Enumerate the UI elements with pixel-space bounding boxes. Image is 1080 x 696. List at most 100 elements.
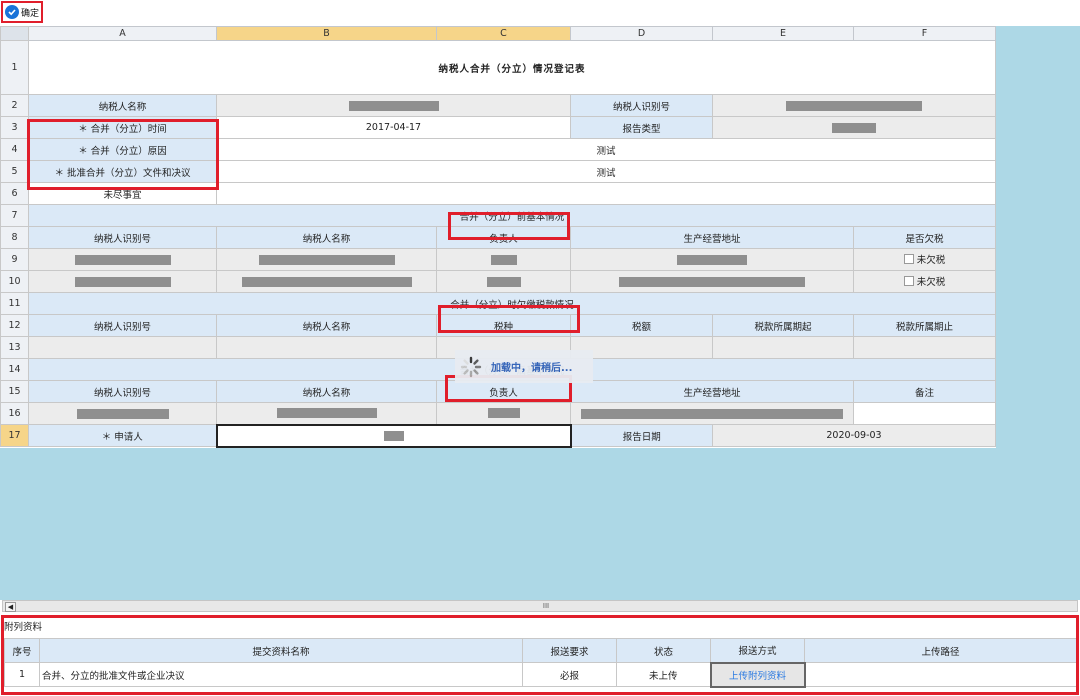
- row-header[interactable]: 11: [0, 292, 29, 315]
- column-label: 纳税人名称: [216, 226, 437, 249]
- attachments-panel: 附列资料 序号 提交资料名称 报送要求 状态 报送方式 上传路径 1 合并、分立…: [0, 614, 1080, 696]
- table-cell: [436, 248, 571, 271]
- taxpayer-name-value: [216, 94, 571, 117]
- taxpayer-id-label: 纳税人识别号: [570, 94, 713, 117]
- report-date-value: 2020-09-03: [712, 424, 996, 447]
- pending-matters-label: 未尽事宜: [28, 182, 217, 205]
- loading-spinner-icon: [460, 356, 482, 377]
- pending-matters-input[interactable]: [216, 182, 996, 205]
- loading-text: 加载中，请稍后...: [491, 363, 573, 374]
- check-circle-icon: [5, 5, 19, 19]
- table-cell: [216, 402, 437, 425]
- row-header[interactable]: 2: [0, 94, 29, 117]
- applicant-input[interactable]: [215, 423, 572, 448]
- table-cell: [570, 270, 854, 293]
- spreadsheet-area: A B C D E F 1 纳税人合并（分立）情况登记表 2 纳税人名称 纳税人…: [0, 26, 1080, 600]
- column-label: 纳税人识别号: [28, 314, 217, 337]
- table-row: 1 合并、分立的批准文件或企业决议 必报 未上传 上传附列资料: [4, 661, 1077, 688]
- column-label: 是否欠税: [853, 226, 996, 249]
- column-label: 税种: [436, 314, 571, 337]
- row-header[interactable]: 1: [0, 40, 29, 95]
- row-header[interactable]: 3: [0, 116, 29, 139]
- column-header-b[interactable]: B: [216, 26, 437, 41]
- row-header[interactable]: 6: [0, 182, 29, 205]
- attachment-name: 合并、分立的批准文件或企业决议: [39, 662, 523, 687]
- column-header-a[interactable]: A: [28, 26, 217, 41]
- row-header[interactable]: 14: [0, 358, 29, 381]
- column-header-e[interactable]: E: [712, 26, 854, 41]
- tax-arrears-checkbox[interactable]: [903, 254, 914, 264]
- merge-reason-label: ＊ 合并（分立）原因: [28, 138, 217, 161]
- merge-time-input[interactable]: 2017-04-17: [216, 116, 571, 139]
- row-header[interactable]: 4: [0, 138, 29, 161]
- tax-status-label: 未欠税: [916, 255, 946, 266]
- form-grid: A B C D E F 1 纳税人合并（分立）情况登记表 2 纳税人名称 纳税人…: [0, 26, 996, 448]
- column-header: 报送方式: [710, 638, 805, 663]
- row-header[interactable]: 8: [0, 226, 29, 249]
- form-title: 纳税人合并（分立）情况登记表: [28, 40, 996, 95]
- table-cell: [712, 336, 854, 359]
- attachments-table: 序号 提交资料名称 报送要求 状态 报送方式 上传路径 1 合并、分立的批准文件…: [4, 638, 1077, 688]
- confirm-button[interactable]: 确定: [1, 1, 43, 23]
- attachment-path: [804, 662, 1077, 687]
- confirm-label: 确定: [21, 8, 40, 19]
- table-cell: [216, 248, 437, 271]
- table-cell: [28, 402, 217, 425]
- remark-input[interactable]: [853, 402, 996, 425]
- column-label: 负责人: [436, 226, 571, 249]
- column-label: 生产经营地址: [570, 226, 854, 249]
- table-cell: [436, 402, 571, 425]
- tax-arrears-checkbox[interactable]: [903, 276, 914, 286]
- merge-reason-input[interactable]: 测试: [216, 138, 996, 161]
- column-label: 备注: [853, 380, 996, 403]
- table-cell: [853, 336, 996, 359]
- row-header[interactable]: 7: [0, 204, 29, 227]
- column-header: 报送要求: [522, 638, 617, 663]
- attachment-status: 未上传: [616, 662, 711, 687]
- tax-status-cell[interactable]: 未欠税: [853, 270, 996, 293]
- column-label: 纳税人识别号: [28, 380, 217, 403]
- row-header[interactable]: 5: [0, 160, 29, 183]
- column-label: 税额: [570, 314, 713, 337]
- row-header[interactable]: 12: [0, 314, 29, 337]
- tax-status-cell[interactable]: 未欠税: [853, 248, 996, 271]
- column-header-d[interactable]: D: [570, 26, 713, 41]
- taxpayer-name-label: 纳税人名称: [28, 94, 217, 117]
- select-all-corner[interactable]: [0, 26, 29, 41]
- report-date-label: 报告日期: [570, 424, 713, 447]
- row-header[interactable]: 16: [0, 402, 29, 425]
- table-cell: [436, 270, 571, 293]
- applicant-label: ＊ 申请人: [28, 424, 217, 447]
- approval-doc-label: ＊ 批准合并（分立）文件和决议: [28, 160, 217, 183]
- section-before-merge: 合并（分立）前基本情况: [28, 204, 996, 227]
- row-header[interactable]: 15: [0, 380, 29, 403]
- row-header[interactable]: 13: [0, 336, 29, 359]
- report-type-value[interactable]: [712, 116, 996, 139]
- approval-doc-input[interactable]: 测试: [216, 160, 996, 183]
- merge-time-label: ＊ 合并（分立）时间: [28, 116, 217, 139]
- table-cell: [28, 248, 217, 271]
- column-header: 上传路径: [804, 638, 1077, 663]
- column-header-c[interactable]: C: [436, 26, 571, 41]
- column-label: 生产经营地址: [570, 380, 854, 403]
- scroll-thumb[interactable]: III: [15, 602, 1077, 610]
- row-header[interactable]: 10: [0, 270, 29, 293]
- table-cell: [570, 248, 854, 271]
- column-header: 提交资料名称: [39, 638, 523, 663]
- row-header[interactable]: 17: [0, 424, 29, 447]
- report-type-label: 报告类型: [570, 116, 713, 139]
- upload-attachment-link[interactable]: 上传附列资料: [729, 671, 786, 682]
- table-cell: [216, 336, 437, 359]
- column-label: 纳税人识别号: [28, 226, 217, 249]
- column-label: 纳税人名称: [216, 314, 437, 337]
- row-header[interactable]: 9: [0, 248, 29, 271]
- column-label: 纳税人名称: [216, 380, 437, 403]
- column-label: 负责人: [436, 380, 571, 403]
- column-header-f[interactable]: F: [853, 26, 996, 41]
- table-cell: [216, 270, 437, 293]
- horizontal-scrollbar[interactable]: ◀ III: [2, 600, 1078, 612]
- column-label: 税款所属期起: [712, 314, 854, 337]
- attachment-requirement: 必报: [522, 662, 617, 687]
- column-label: 税款所属期止: [853, 314, 996, 337]
- upload-attachment-cell[interactable]: 上传附列资料: [709, 661, 806, 688]
